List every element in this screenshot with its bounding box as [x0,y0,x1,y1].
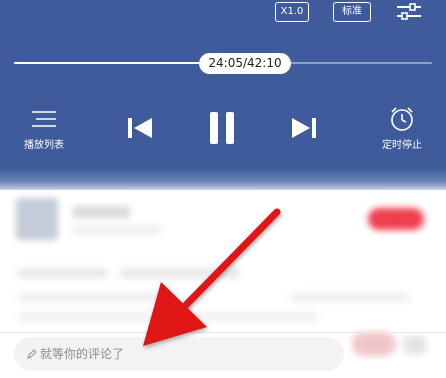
blurred-text-line [18,268,108,278]
audio-player-panel [0,0,446,188]
sliders-icon[interactable] [396,3,422,21]
blurred-username [72,206,130,218]
skip-previous-icon[interactable] [127,117,153,139]
blurred-follow-button [368,208,424,230]
skip-next-icon[interactable] [291,117,317,139]
blurred-action-icon [404,336,426,354]
comment-input[interactable]: 就等你的评论了 [14,337,344,371]
pause-icon[interactable] [209,111,235,145]
blurred-text-line [290,292,410,302]
speed-button[interactable]: X1.0 [275,2,309,22]
app-screen: X1.0 标准 24:05/42:10 播放列表 定时停止 就等你的评论了 [0,0,446,378]
blurred-action-button [352,332,396,356]
playlist-button[interactable]: 播放列表 [14,108,74,151]
comment-placeholder: 就等你的评论了 [40,347,125,361]
alarm-clock-icon [391,107,413,131]
timer-label: 定时停止 [382,140,422,151]
progress-time[interactable]: 24:05/42:10 [199,53,291,74]
timer-stop-button[interactable]: 定时停止 [372,106,432,151]
avatar [16,198,58,240]
player-bottom-fade [0,168,446,190]
blurred-meta [72,226,162,234]
divider [0,332,446,333]
blurred-text-line [120,268,240,278]
pen-icon [27,349,37,359]
blurred-text-line [18,312,318,322]
playlist-label: 播放列表 [24,140,64,151]
quality-button[interactable]: 标准 [333,2,371,22]
playlist-icon [32,111,56,127]
blurred-text-line [18,292,168,302]
